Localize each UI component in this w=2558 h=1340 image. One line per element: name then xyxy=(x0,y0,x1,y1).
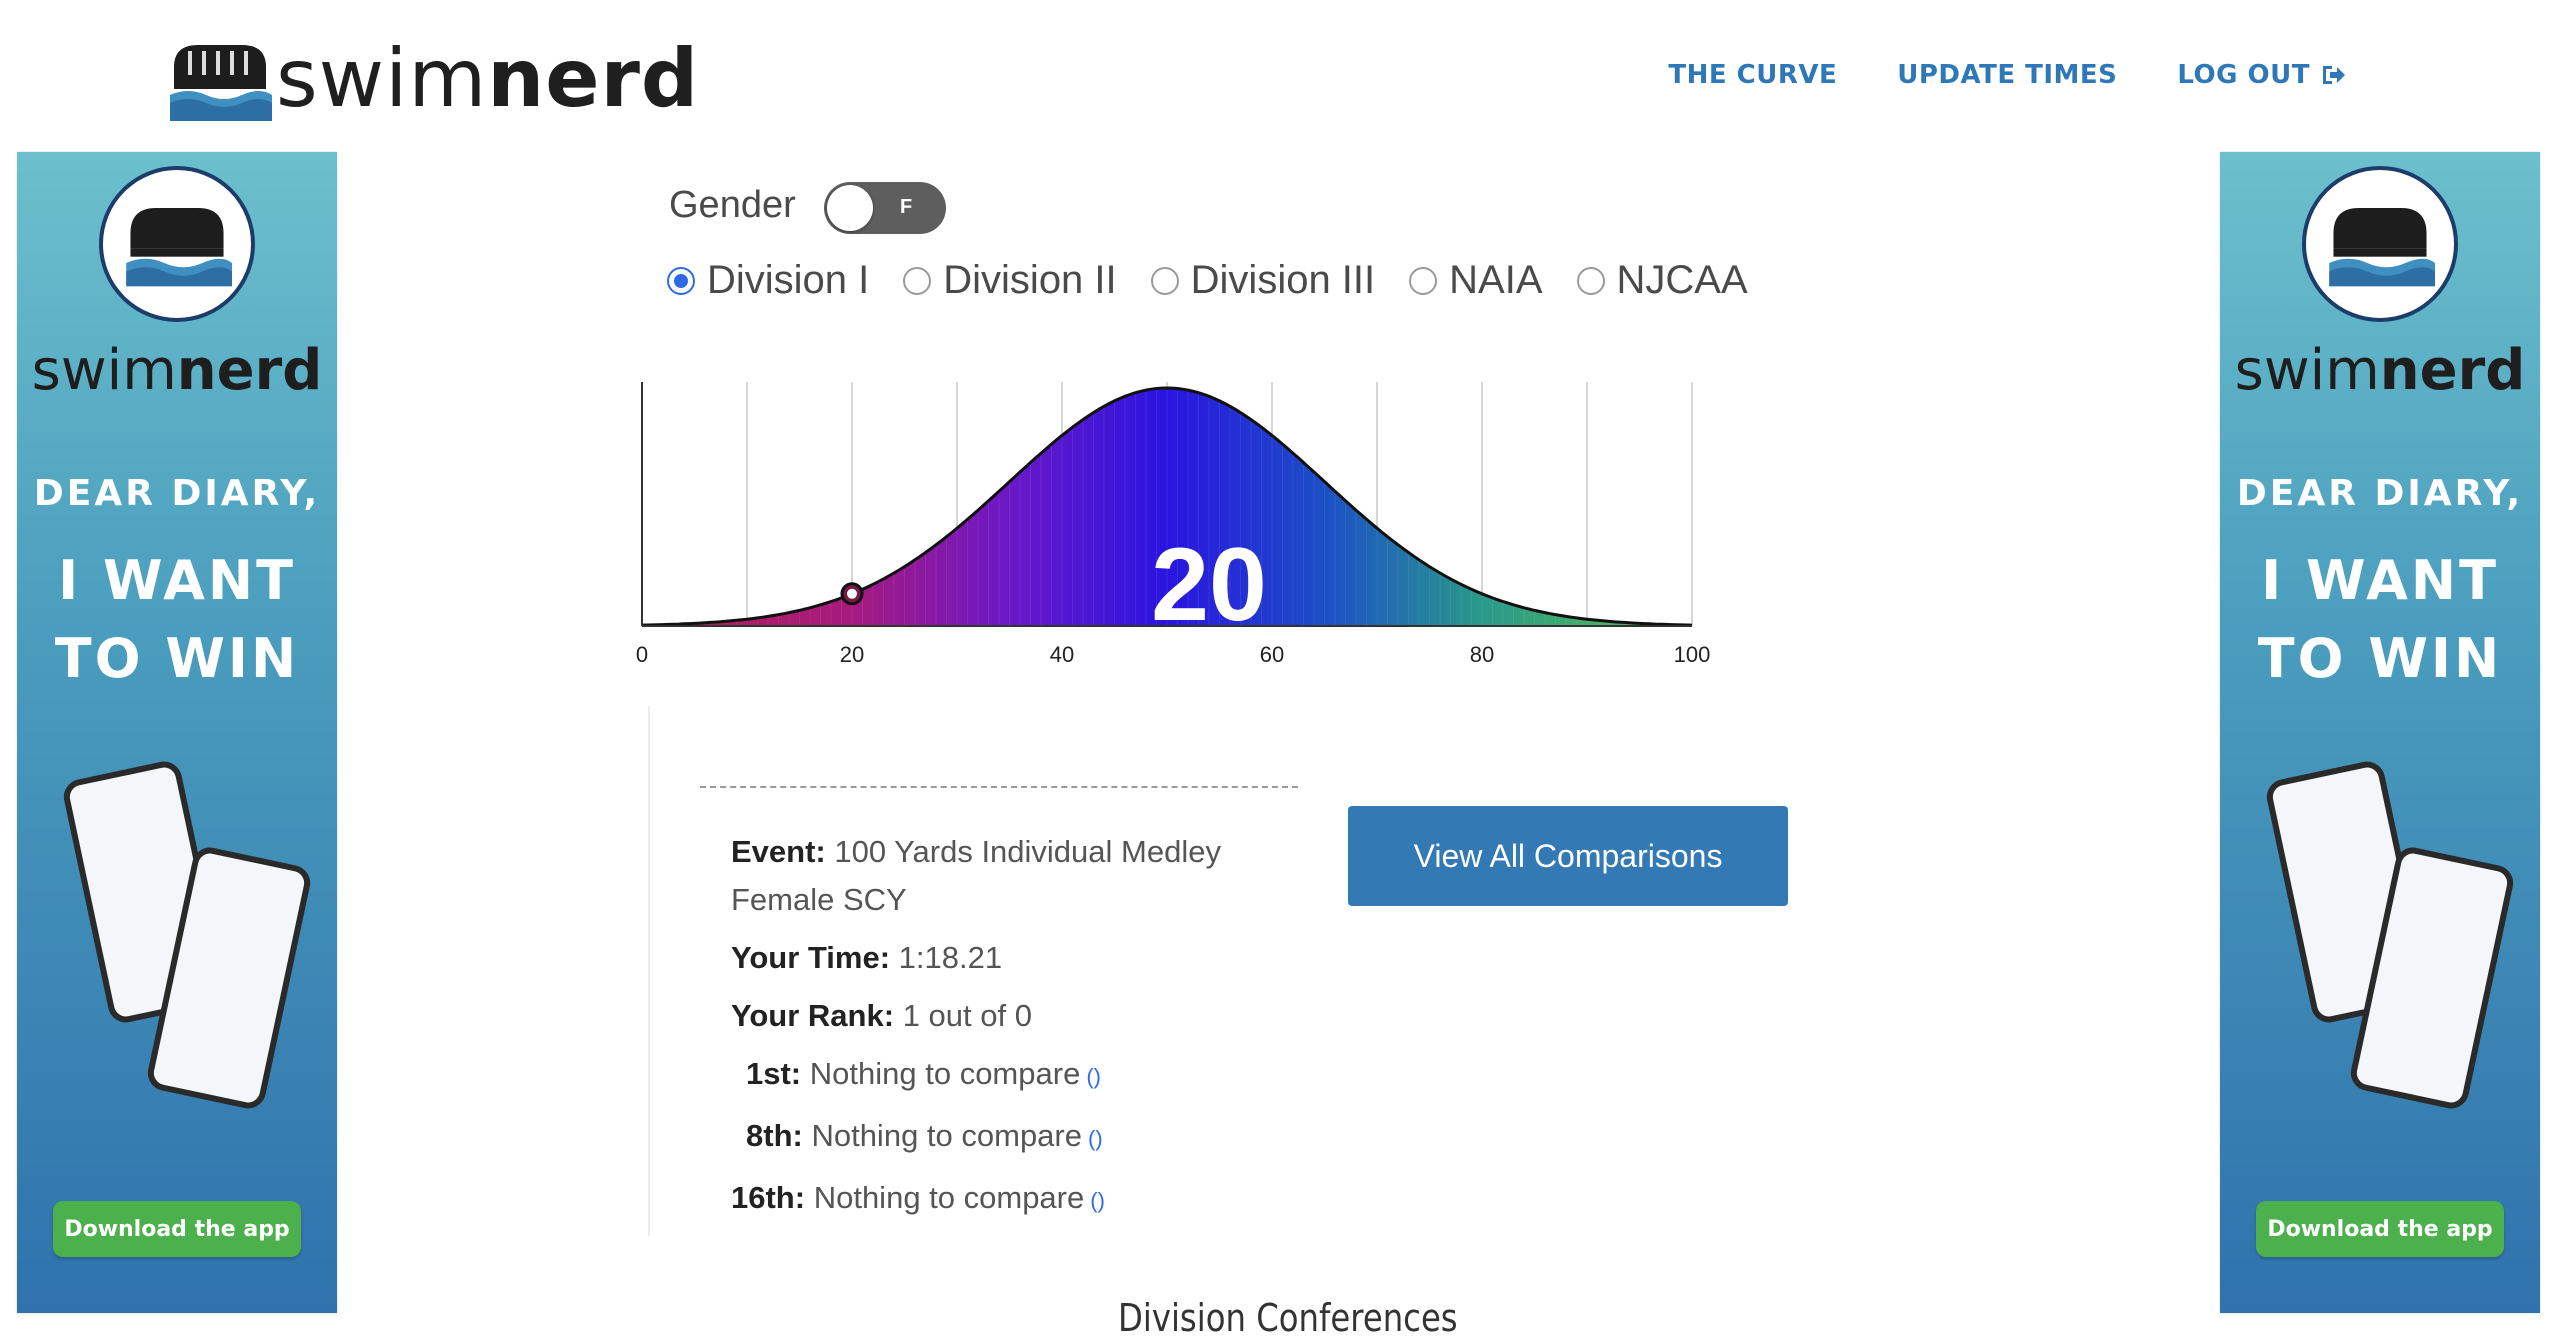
phone-mockup-image xyxy=(57,758,314,1112)
panel-divider xyxy=(648,706,650,1236)
swimnerd-logo-icon xyxy=(2329,208,2435,287)
x-tick-label: 100 xyxy=(1674,642,1711,667)
radio-label: NAIA xyxy=(1449,258,1543,302)
your-rank-row: Your Rank: 1 out of 0 xyxy=(731,998,1032,1033)
nav-the-curve-label: THE CURVE xyxy=(1668,60,1838,90)
percentile-bell-curve-chart: 0 20 40 60 80 100 20 xyxy=(636,382,1711,667)
nav-update-times-label: UPDATE TIMES xyxy=(1897,60,2118,90)
x-tick-label: 40 xyxy=(1050,642,1074,667)
event-row: Event: 100 Yards Individual Medley xyxy=(731,834,1221,869)
nav-the-curve[interactable]: THE CURVE xyxy=(1668,60,1837,90)
x-tick-label: 20 xyxy=(840,642,864,667)
ad-headline-2: I WANT TO WIN xyxy=(2257,549,2503,690)
swimnerd-logo[interactable]: swimnerd xyxy=(168,36,699,122)
gender-label: Gender xyxy=(669,184,796,226)
toggle-knob xyxy=(827,185,873,231)
radio-label: NJCAA xyxy=(1616,258,1748,302)
your-time-marker-center xyxy=(847,588,857,599)
nav-log-out[interactable]: LOG OUT xyxy=(2177,60,2346,90)
radio-dot xyxy=(1150,266,1179,295)
radio-division-3[interactable]: Division III xyxy=(1150,258,1376,303)
view-all-comparisons-button[interactable]: View All Comparisons xyxy=(1348,806,1788,906)
ad-banner-right[interactable]: swimnerd DEAR DIARY, I WANT TO WIN Downlo… xyxy=(2220,152,2540,1313)
place-row-16th: 16th: Nothing to compare() xyxy=(731,1180,1105,1215)
event-row-line2: Female SCY xyxy=(731,882,907,917)
download-app-button[interactable]: Download the app xyxy=(53,1201,301,1257)
percentile-label: 20 xyxy=(1151,527,1267,643)
radio-dot xyxy=(1409,266,1438,295)
ad-headline-1: DEAR DIARY, xyxy=(33,473,321,514)
radio-naia[interactable]: NAIA xyxy=(1409,258,1543,303)
radio-label: Division III xyxy=(1190,258,1376,302)
sign-out-icon xyxy=(2323,66,2345,84)
gender-toggle-value: F xyxy=(900,196,913,218)
ad-headline-2: I WANT TO WIN xyxy=(54,549,300,690)
nav-log-out-label: LOG OUT xyxy=(2177,60,2310,90)
nav-update-times[interactable]: UPDATE TIMES xyxy=(1897,60,2117,90)
x-tick-label: 80 xyxy=(1470,642,1494,667)
place-link[interactable]: () xyxy=(1090,1188,1105,1213)
division-radio-group: Division I Division II Division III NAIA… xyxy=(667,258,1782,303)
ad-brand: swimnerd xyxy=(31,338,323,403)
top-nav: THE CURVE UPDATE TIMES LOG OUT xyxy=(1668,60,2346,90)
radio-division-1[interactable]: Division I xyxy=(667,258,869,303)
dashed-separator xyxy=(700,786,1298,788)
radio-dot xyxy=(667,266,695,295)
gender-toggle[interactable]: F xyxy=(824,182,946,234)
radio-njcaa[interactable]: NJCAA xyxy=(1576,258,1748,303)
ad-logo-badge xyxy=(2302,166,2458,322)
download-app-button[interactable]: Download the app xyxy=(2256,1201,2504,1257)
swimnerd-logo-icon xyxy=(170,45,272,121)
swimnerd-logo-icon xyxy=(126,208,232,287)
ad-headline-1: DEAR DIARY, xyxy=(2236,473,2524,514)
logo-wordmark: swimnerd xyxy=(276,32,700,125)
division-conferences-heading: Division Conferences xyxy=(1118,1296,1458,1340)
phone-mockup-image xyxy=(2260,758,2517,1112)
place-row-1st: 1st: Nothing to compare() xyxy=(746,1056,1101,1091)
radio-label: Division I xyxy=(707,258,870,302)
radio-division-2[interactable]: Division II xyxy=(903,258,1117,303)
x-tick-label: 0 xyxy=(636,642,648,667)
radio-label: Division II xyxy=(943,258,1117,302)
radio-dot xyxy=(1576,266,1605,295)
x-tick-label: 60 xyxy=(1260,642,1284,667)
radio-dot xyxy=(903,266,932,295)
place-link[interactable]: () xyxy=(1086,1064,1101,1089)
your-time-row: Your Time: 1:18.21 xyxy=(731,940,1003,975)
ad-banner-left[interactable]: swimnerd DEAR DIARY, I WANT TO WIN Downlo… xyxy=(17,152,337,1313)
ad-brand: swimnerd xyxy=(2234,338,2526,403)
place-row-8th: 8th: Nothing to compare() xyxy=(746,1118,1103,1153)
ad-logo-badge xyxy=(99,166,255,322)
place-link[interactable]: () xyxy=(1088,1126,1103,1151)
